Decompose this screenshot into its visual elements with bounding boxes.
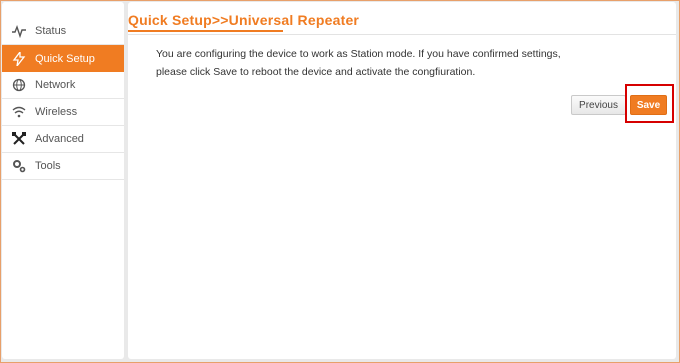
- sidebar-item-label: Wireless: [35, 106, 78, 118]
- pulse-icon: [12, 24, 26, 38]
- globe-icon: [12, 78, 26, 92]
- sidebar-item-wireless[interactable]: Wireless: [2, 99, 124, 126]
- sidebar-item-advanced[interactable]: Advanced: [2, 126, 124, 153]
- sidebar-item-status[interactable]: Status: [2, 18, 124, 45]
- title-divider: [128, 34, 676, 35]
- page-title: Quick Setup>>Universal Repeater: [128, 12, 360, 28]
- gears-icon: [12, 159, 26, 173]
- sidebar: Status Quick Setup Network Wireless Adva…: [2, 2, 124, 359]
- sidebar-item-label: Quick Setup: [35, 52, 95, 65]
- sidebar-item-tools[interactable]: Tools: [2, 153, 124, 180]
- info-message-line-2: please click Save to reboot the device a…: [156, 65, 476, 78]
- sidebar-item-label: Advanced: [35, 133, 84, 145]
- lightning-icon: [12, 51, 26, 66]
- sidebar-item-label: Network: [35, 79, 76, 91]
- info-message-line-1: You are configuring the device to work a…: [156, 48, 561, 60]
- save-button[interactable]: Save: [630, 95, 667, 115]
- info-message: You are configuring the device to work a…: [156, 46, 656, 81]
- sidebar-item-label: Tools: [35, 160, 61, 172]
- sidebar-item-quick-setup[interactable]: Quick Setup: [2, 45, 124, 72]
- tools-cross-icon: [12, 132, 26, 146]
- sidebar-item-network[interactable]: Network: [2, 72, 124, 99]
- title-underline: [128, 30, 283, 32]
- sidebar-item-label: Status: [35, 25, 67, 37]
- wifi-icon: [12, 105, 26, 119]
- main-panel: Quick Setup>>Universal Repeater You are …: [128, 2, 676, 359]
- previous-button[interactable]: Previous: [571, 95, 626, 115]
